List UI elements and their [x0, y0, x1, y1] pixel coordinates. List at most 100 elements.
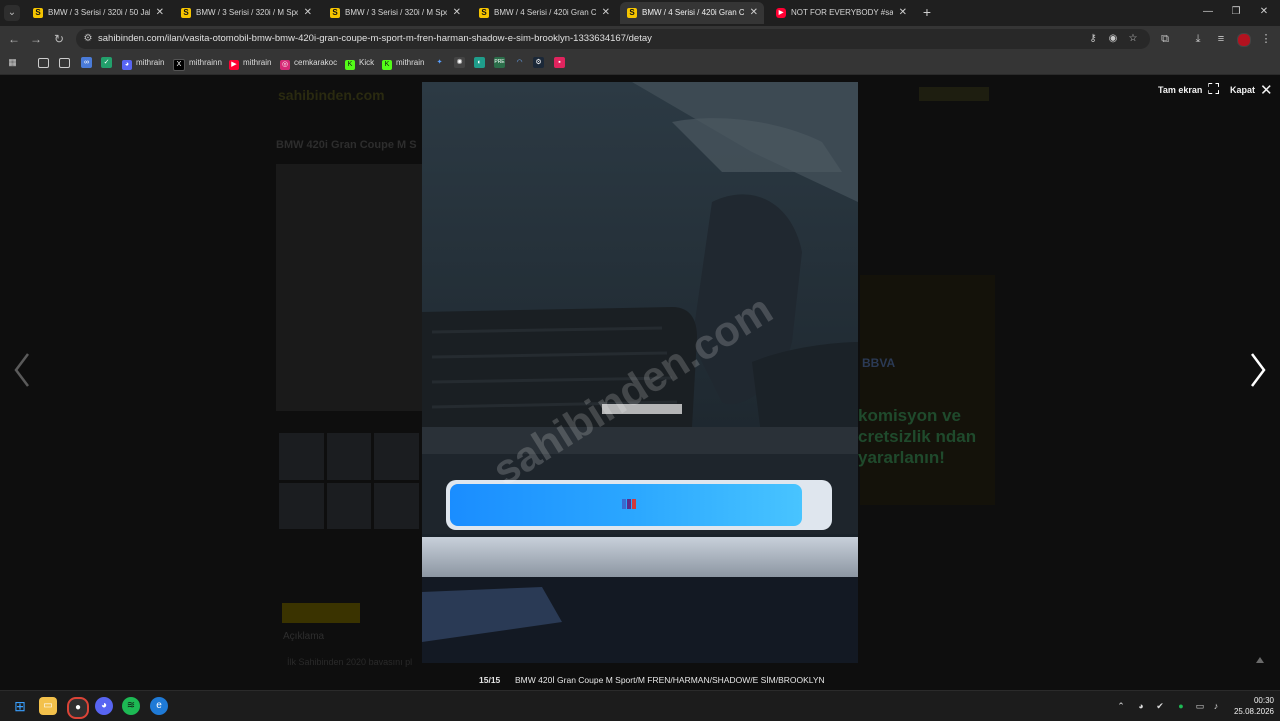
bookmark-item[interactable]: ◎ cemkarakoc: [280, 56, 337, 70]
background-header-button: [919, 87, 989, 101]
minimize-icon[interactable]: —: [1198, 4, 1218, 20]
menu-kebab-icon[interactable]: ⋮: [1258, 31, 1274, 47]
tracking-eye-icon[interactable]: ◉: [1107, 33, 1119, 45]
bookmark-star-icon[interactable]: ☆: [1127, 33, 1139, 45]
tab-5-active[interactable]: S BMW / 4 Serisi / 420i Gran Coupe ✕: [620, 2, 764, 24]
bookmark-app-icon[interactable]: ◠: [514, 57, 525, 68]
sahibinden-icon: S: [479, 8, 489, 18]
bookmark-item[interactable]: ▶ mithrain: [229, 56, 271, 70]
thumbnail: [279, 433, 324, 480]
photo-counter: 15/15: [479, 675, 501, 685]
tray-spotify-icon[interactable]: ●: [1175, 700, 1187, 712]
x-icon: X: [173, 59, 185, 71]
tray-discord-icon[interactable]: ◕: [1135, 700, 1147, 712]
password-key-icon[interactable]: ⚷: [1087, 33, 1099, 45]
tab-title: BMW / 3 Serisi / 320i / M Sport: [345, 8, 447, 17]
tray-monitor-icon[interactable]: ▭: [1194, 700, 1206, 712]
bookmark-app-icon[interactable]: ▪: [554, 57, 565, 68]
folder-icon[interactable]: [38, 58, 49, 68]
tab-search-icon[interactable]: ⌄: [4, 5, 20, 21]
close-lightbox-button[interactable]: Kapat ✕: [1230, 83, 1273, 98]
instagram-icon: ◎: [280, 60, 290, 70]
sahibinden-icon: S: [181, 8, 191, 18]
bookmark-item[interactable]: Xmithrainn: [173, 56, 222, 71]
photo-caption: BMW 420İ Gran Coupe M Sport/M FREN/HARMA…: [515, 675, 825, 685]
bookmark-app-icon[interactable]: ∞: [81, 57, 92, 68]
bookmark-item[interactable]: ◕ mithrain: [122, 56, 164, 70]
fullscreen-button[interactable]: Tam ekran: [1158, 83, 1220, 97]
chrome-icon[interactable]: ●: [67, 697, 89, 719]
window-close-icon[interactable]: ✕: [1254, 4, 1274, 20]
kick-icon: K: [345, 60, 355, 70]
downloads-icon[interactable]: ⤓: [1190, 31, 1206, 47]
windows-taskbar: ⊞ ▭ ● ◕ ≋ e ⌃ ◕ ✔ ● ▭ ♪ 00:30 25.08.2026: [0, 690, 1280, 721]
tab-4[interactable]: S BMW / 4 Serisi / 420i Gran Coupe ✕: [472, 2, 616, 24]
profile-avatar[interactable]: [1237, 33, 1251, 47]
youtube-icon: ▶: [229, 60, 239, 70]
close-tab-icon[interactable]: ✕: [602, 2, 610, 24]
listing-title: BMW 420i Gran Coupe M S: [276, 139, 417, 151]
close-tab-icon[interactable]: ✕: [304, 2, 312, 24]
bookmark-chat-icon[interactable]: ✓: [101, 57, 112, 68]
listing-main-photo: [276, 164, 426, 411]
tab-3[interactable]: S BMW / 3 Serisi / 320i / M Sport ✕: [323, 2, 467, 24]
sahibinden-icon: S: [33, 8, 43, 18]
folder-icon[interactable]: [59, 58, 70, 68]
steam-icon[interactable]: ⚙: [533, 57, 544, 68]
edge-icon[interactable]: e: [150, 697, 168, 715]
tab-strip: ⌄ S BMW / 3 Serisi / 320i / 50 Jahre ✕ S…: [0, 0, 1280, 26]
volume-icon[interactable]: ♪: [1210, 700, 1222, 712]
sahibinden-icon: S: [330, 8, 340, 18]
discord-icon[interactable]: ◕: [95, 697, 113, 715]
close-tab-icon[interactable]: ✕: [156, 2, 164, 24]
scroll-up-icon[interactable]: [1256, 657, 1264, 663]
reload-icon[interactable]: ↻: [51, 31, 67, 47]
tab-title: NOT FOR EVERYBODY #sahibinden: [791, 8, 893, 17]
bookmark-item[interactable]: Kmithrain: [382, 56, 424, 70]
ad-banner: [860, 275, 995, 505]
description-tab: Açıklama: [283, 631, 325, 642]
tray-expand-icon[interactable]: ⌃: [1115, 700, 1127, 712]
close-tab-icon[interactable]: ✕: [899, 2, 907, 24]
windows-start-icon[interactable]: ⊞: [11, 697, 29, 715]
close-tab-icon[interactable]: ✕: [453, 2, 461, 24]
tray-check-icon[interactable]: ✔: [1154, 700, 1166, 712]
restore-icon[interactable]: ❐: [1226, 4, 1246, 20]
lightbox-photo[interactable]: sahibinden.com: [422, 82, 858, 663]
tab-2[interactable]: S BMW / 3 Serisi / 320i / M Sport ✕: [174, 2, 318, 24]
tab-6[interactable]: ▶ NOT FOR EVERYBODY #sahibinden ✕: [769, 2, 913, 24]
bookmark-app-icon[interactable]: PRE: [494, 57, 505, 68]
close-tab-icon[interactable]: ✕: [750, 2, 758, 24]
discord-icon: ◕: [122, 60, 132, 70]
site-logo: sahibinden.com: [278, 87, 385, 103]
background-yellow-button: [282, 603, 360, 623]
back-icon[interactable]: ←: [6, 31, 22, 47]
address-bar[interactable]: ⚙ sahibinden.com/ilan/vasita-otomobil-bm…: [76, 29, 1150, 49]
thumbnail: [374, 433, 419, 480]
bookmark-item[interactable]: K Kick: [345, 56, 374, 70]
thumbnail: [326, 482, 372, 529]
browser-toolbar: ← → ↻ ⚙ sahibinden.com/ilan/vasita-otomo…: [0, 26, 1280, 52]
file-explorer-icon[interactable]: ▭: [39, 697, 57, 715]
clock-date: 25.08.2026: [1233, 707, 1274, 716]
forward-icon[interactable]: →: [28, 31, 44, 47]
spotify-icon[interactable]: ≋: [122, 697, 140, 715]
thumbnail: [279, 482, 324, 529]
chatgpt-icon[interactable]: ✺: [454, 57, 465, 68]
tab-1[interactable]: S BMW / 3 Serisi / 320i / 50 Jahre ✕: [26, 2, 170, 24]
gemini-icon[interactable]: ✦: [434, 57, 445, 68]
system-clock[interactable]: 00:30 25.08.2026: [1230, 695, 1274, 717]
thumbnail: [374, 482, 419, 529]
site-info-icon[interactable]: ⚙: [82, 33, 94, 45]
thumbnail: [326, 433, 372, 480]
previous-arrow-icon[interactable]: [10, 350, 34, 390]
ad-text: komisyon ve cretsizlik ndan yararlanın!: [858, 406, 977, 467]
fullscreen-icon: [1208, 83, 1220, 94]
url-text: sahibinden.com/ilan/vasita-otomobil-bmw-…: [98, 33, 652, 44]
new-tab-button[interactable]: +: [920, 4, 934, 20]
extensions-icon[interactable]: ⧉: [1157, 31, 1173, 47]
reading-list-icon[interactable]: ≡: [1213, 31, 1229, 47]
next-arrow-icon[interactable]: [1246, 350, 1270, 390]
bookmark-app-icon[interactable]: ◐: [474, 57, 485, 68]
apps-grid-icon[interactable]: ▦: [7, 57, 18, 68]
